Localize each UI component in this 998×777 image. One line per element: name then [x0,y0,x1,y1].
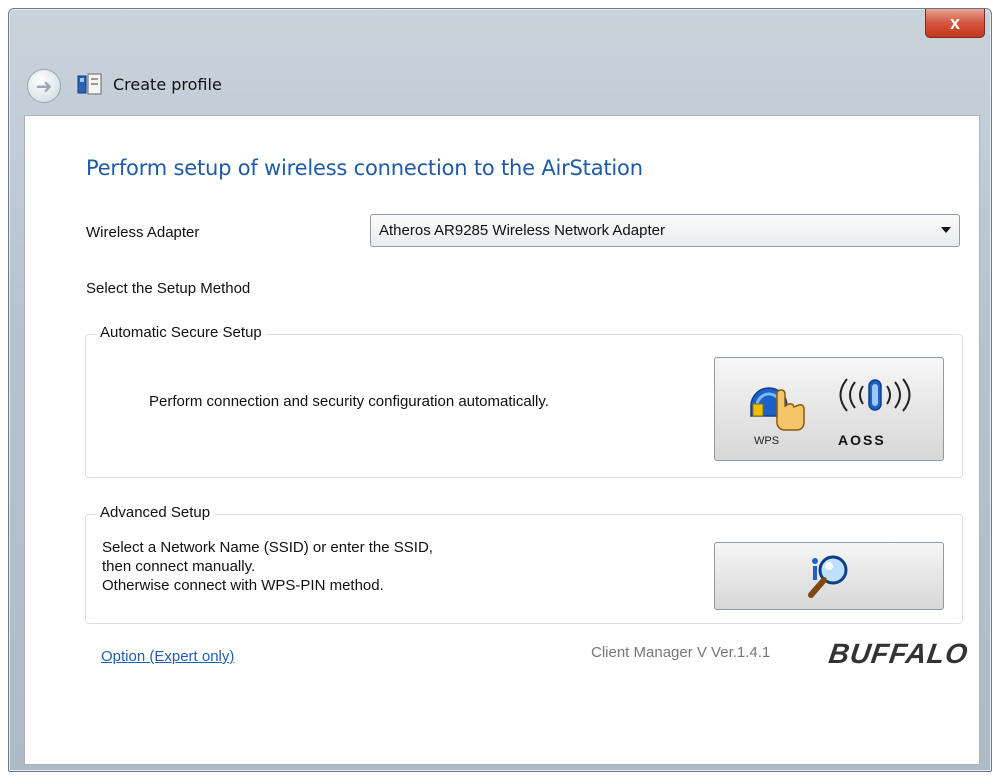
wireless-adapter-select[interactable]: Atheros AR9285 Wireless Network Adapter [370,214,960,247]
advanced-setup-button[interactable] [714,542,944,610]
wps-caption: WPS [754,435,780,447]
back-button[interactable]: ➜ [27,69,61,103]
magnifier-icon [808,555,848,598]
create-profile-window: x ➜ Create profile Perform setup of wire… [8,8,992,772]
advanced-setup-title: Advanced Setup [96,504,215,521]
content-panel: Perform setup of wireless connection to … [24,115,980,765]
back-arrow-icon: ➜ [35,75,53,98]
wps-icon [750,387,805,431]
wps-aoss-button[interactable]: WPS AOSS [714,357,944,461]
advanced-setup-description: Select a Network Name (SSID) or enter th… [102,538,433,595]
title-bar: x ➜ Create profile [9,9,991,109]
window-title: Create profile [113,75,222,94]
setup-method-label: Select the Setup Method [86,280,251,297]
version-label: Client Manager V Ver.1.4.1 [591,644,771,661]
advanced-line-3: Otherwise connect with WPS-PIN method. [102,577,384,594]
wireless-adapter-value: Atheros AR9285 Wireless Network Adapter [379,222,665,239]
wireless-adapter-label: Wireless Adapter [86,224,200,241]
profile-icon [77,73,102,95]
page-title: Perform setup of wireless connection to … [86,156,643,180]
buffalo-logo: BUFFALO [826,638,971,669]
advanced-setup-group: Advanced Setup Select a Network Name (SS… [85,504,963,624]
close-button[interactable]: x [925,9,985,38]
option-expert-link[interactable]: Option (Expert only) [101,648,234,665]
automatic-setup-description: Perform connection and security configur… [149,393,549,410]
aoss-caption: AOSS [838,432,886,448]
advanced-line-1: Select a Network Name (SSID) or enter th… [102,539,433,556]
aoss-icon [839,378,911,412]
advanced-line-2: then connect manually. [102,558,256,575]
automatic-setup-group: Automatic Secure Setup Perform connectio… [85,324,963,478]
dropdown-arrow-icon [941,227,951,233]
close-icon: x [949,12,960,33]
automatic-setup-title: Automatic Secure Setup [96,324,266,341]
